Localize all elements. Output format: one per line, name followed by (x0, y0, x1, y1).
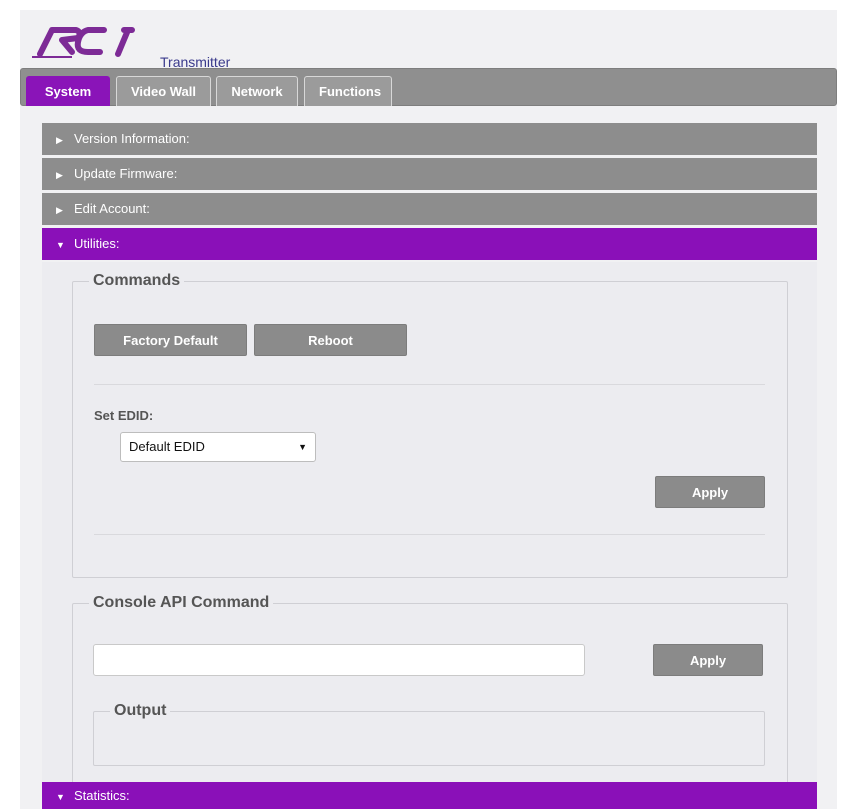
triangle-right-icon: ▶ (56, 135, 63, 145)
set-edid-label: Set EDID: (94, 408, 154, 423)
console-apply-button[interactable]: Apply (653, 644, 763, 676)
console-command-input[interactable] (93, 644, 585, 676)
edid-select[interactable]: Default EDID ▼ (120, 432, 316, 462)
edid-selected-value: Default EDID (129, 439, 205, 454)
divider (94, 534, 765, 535)
tab-system[interactable]: System (26, 76, 110, 107)
tab-network[interactable]: Network (216, 76, 298, 107)
commands-fieldset: Commands (72, 272, 788, 578)
accordion-version-information[interactable]: ▶ Version Information: (42, 123, 817, 155)
chevron-down-icon: ▼ (298, 442, 307, 452)
page: Transmitter System Video Wall Network Fu… (20, 10, 837, 809)
accordion-label: Update Firmware: (74, 166, 178, 181)
utilities-panel: Commands Factory Default Reboot Set EDID… (42, 262, 817, 794)
accordion-update-firmware[interactable]: ▶ Update Firmware: (42, 158, 817, 190)
tab-bar: System Video Wall Network Functions (20, 68, 837, 107)
accordion-utilities[interactable]: ▼ Utilities: (42, 228, 817, 260)
console-api-legend: Console API Command (93, 594, 270, 611)
commands-legend: Commands (93, 272, 181, 289)
accordion-label: Edit Account: (74, 201, 150, 216)
factory-default-button[interactable]: Factory Default (94, 324, 247, 356)
triangle-down-icon: ▼ (56, 240, 65, 250)
output-fieldset: Output (93, 702, 765, 766)
accordion-label: Statistics: (74, 788, 130, 803)
triangle-right-icon: ▶ (56, 170, 63, 180)
edid-apply-button[interactable]: Apply (655, 476, 765, 508)
header: Transmitter (32, 16, 262, 72)
rti-logo (32, 27, 135, 58)
accordion-edit-account[interactable]: ▶ Edit Account: (42, 193, 817, 225)
output-legend: Output (114, 702, 167, 719)
accordion-statistics[interactable]: ▼ Statistics: (42, 782, 817, 809)
divider (94, 384, 765, 385)
accordion-label: Utilities: (74, 236, 120, 251)
triangle-right-icon: ▶ (56, 205, 63, 215)
triangle-down-icon: ▼ (56, 792, 65, 802)
system-content: ▶ Version Information: ▶ Update Firmware: … (20, 106, 837, 809)
reboot-button[interactable]: Reboot (254, 324, 407, 356)
tab-video-wall[interactable]: Video Wall (116, 76, 211, 107)
tab-functions[interactable]: Functions (304, 76, 392, 107)
accordion-label: Version Information: (74, 131, 190, 146)
